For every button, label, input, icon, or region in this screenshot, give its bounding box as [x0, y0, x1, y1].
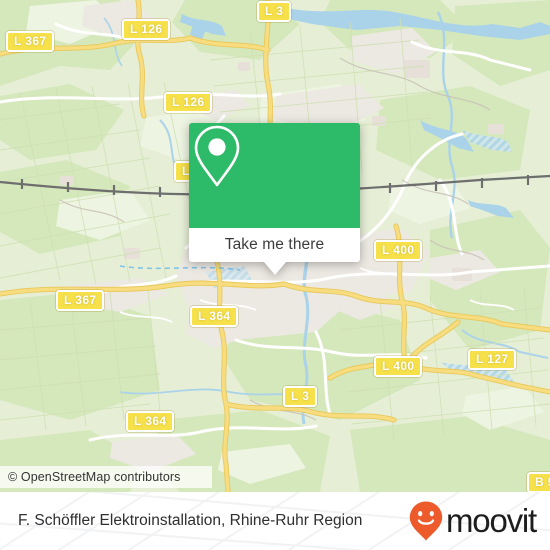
- take-me-there-button[interactable]: Take me there: [225, 236, 325, 254]
- map-canvas[interactable]: L 367 L 126 L 3 L 126 L L 400 L 367 L 36…: [0, 0, 550, 492]
- location-popup-card[interactable]: Take me there: [189, 123, 360, 275]
- popup-header: [189, 123, 360, 228]
- road-shield-l367-nw: L 367: [6, 31, 55, 52]
- page-footer: F. Schöffler Elektroinstallation, Rhine-…: [0, 492, 550, 550]
- road-shield-l126-n: L 126: [122, 19, 171, 40]
- map-pin-icon: [194, 125, 240, 187]
- road-shield-l364-c: L 364: [190, 306, 239, 327]
- moovit-smiley-pin-icon: [409, 501, 443, 541]
- osm-attribution[interactable]: © OpenStreetMap contributors: [0, 466, 212, 488]
- road-shield-l367-w: L 367: [56, 290, 105, 311]
- road-shield-l127-se: L 127: [468, 349, 517, 370]
- popup-pointer-tail: [263, 262, 286, 275]
- road-shield-b5-corner: B 5: [527, 472, 550, 492]
- location-title: F. Schöffler Elektroinstallation, Rhine-…: [18, 512, 363, 529]
- road-shield-l400-e: L 400: [374, 240, 423, 261]
- moovit-map-page: L 367 L 126 L 3 L 126 L L 400 L 367 L 36…: [0, 0, 550, 550]
- road-shield-l3-s: L 3: [283, 386, 318, 407]
- road-shield-l126-mid: L 126: [164, 92, 213, 113]
- osm-attribution-text: © OpenStreetMap contributors: [8, 470, 181, 484]
- popup-footer[interactable]: Take me there: [189, 228, 360, 275]
- road-shield-l364-sw: L 364: [126, 411, 175, 432]
- moovit-logo[interactable]: moovit: [408, 500, 537, 542]
- road-shield-l400-se: L 400: [374, 356, 423, 377]
- moovit-wordmark: moovit: [446, 502, 537, 539]
- road-shield-l3-n: L 3: [257, 1, 292, 22]
